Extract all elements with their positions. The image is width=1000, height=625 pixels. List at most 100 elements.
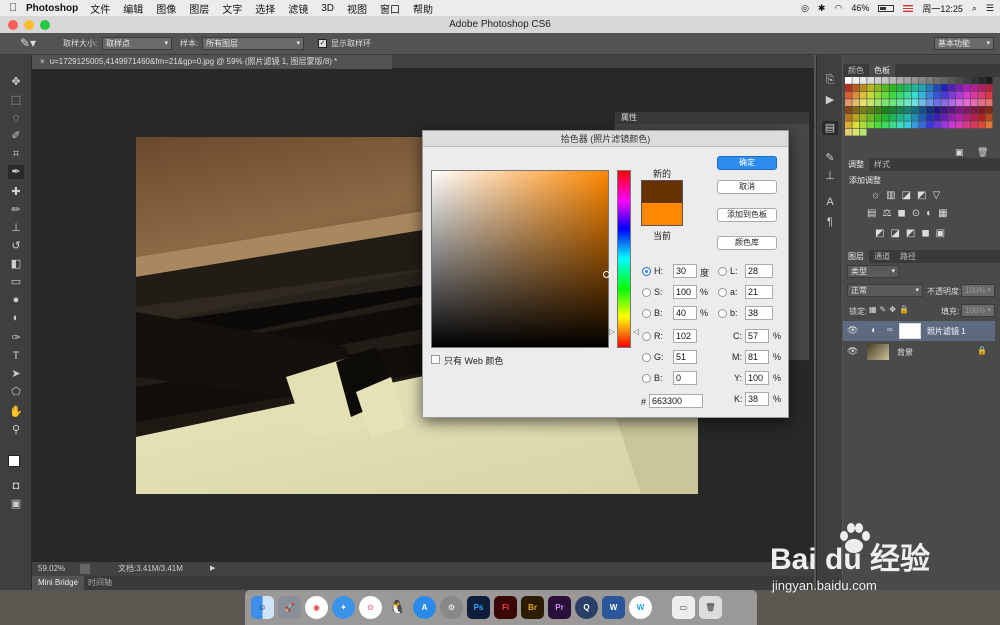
swatch-cell[interactable] <box>874 114 882 121</box>
swatch-cell[interactable] <box>845 99 852 106</box>
swatch-cell[interactable] <box>941 106 948 114</box>
swatch-cell[interactable] <box>963 99 971 106</box>
word-icon[interactable]: W <box>602 596 625 619</box>
swatch-cell[interactable] <box>956 114 963 121</box>
swatch-cell[interactable] <box>919 91 926 99</box>
menu-help[interactable]: 帮助 <box>413 1 433 16</box>
color-libraries-button[interactable]: 颜色库 <box>717 236 777 250</box>
swatch-cell[interactable] <box>948 77 956 84</box>
red-radio[interactable] <box>642 332 651 341</box>
swatch-cell[interactable] <box>867 106 874 114</box>
swatch-cell[interactable] <box>882 77 889 84</box>
swatch-cell[interactable] <box>963 77 971 84</box>
swatch-cell[interactable] <box>926 114 934 121</box>
swatch-cell[interactable] <box>963 84 971 92</box>
blend-mode-select[interactable]: 正常 <box>847 284 923 297</box>
swatch-cell[interactable] <box>904 106 911 114</box>
swatch-cell[interactable] <box>911 84 919 92</box>
type-tool-icon[interactable]: T <box>8 349 24 363</box>
swatch-cell[interactable] <box>852 114 860 121</box>
swatch-cell[interactable] <box>852 121 860 129</box>
swatch-cell[interactable] <box>970 121 978 129</box>
clone-stamp-tool-icon[interactable]: ⊥ <box>8 221 24 235</box>
swatch-cell[interactable] <box>867 121 874 129</box>
green-input[interactable]: 51 <box>673 350 697 364</box>
swatch-cell[interactable] <box>933 84 941 92</box>
tab-styles[interactable]: 样式 <box>869 160 895 169</box>
menu-type[interactable]: 文字 <box>222 1 242 16</box>
swatch-cell[interactable] <box>896 106 904 114</box>
swatch-cell[interactable] <box>889 114 897 121</box>
swatch-cell[interactable] <box>889 121 897 129</box>
swatch-cell[interactable] <box>978 114 985 121</box>
visibility-eye-icon[interactable]: 👁 <box>847 325 858 336</box>
swatch-cell[interactable] <box>926 106 934 114</box>
history-panel-icon[interactable]: ⎘ <box>822 73 838 87</box>
history-brush-tool-icon[interactable]: ↺ <box>8 239 24 253</box>
swatch-cell[interactable] <box>852 84 860 92</box>
swatch-cell[interactable] <box>919 99 926 106</box>
swatch-cell[interactable] <box>911 106 919 114</box>
swatch-cell[interactable] <box>904 77 911 84</box>
preview-icon[interactable]: ▭ <box>672 596 695 619</box>
add-to-swatches-button[interactable]: 添加到色板 <box>717 208 777 222</box>
menu-view[interactable]: 视图 <box>347 1 367 16</box>
zoom-level[interactable]: 59.02% <box>38 562 65 576</box>
tab-color[interactable]: 颜色 <box>843 66 869 75</box>
menu-window[interactable]: 窗口 <box>380 1 400 16</box>
swatch-cell[interactable] <box>963 106 971 114</box>
swatch-cell[interactable] <box>852 99 860 106</box>
swatch-cell[interactable] <box>859 99 867 106</box>
delete-swatch-icon[interactable]: 🗑 <box>977 147 988 158</box>
system-preferences-icon[interactable]: ⚙ <box>440 596 463 619</box>
swatch-cell[interactable] <box>896 114 904 121</box>
menu-3d[interactable]: 3D <box>321 3 334 14</box>
finder-icon[interactable]: ☺ <box>251 596 274 619</box>
marquee-tool-icon[interactable]: ⬚ <box>8 93 24 107</box>
swatch-cell[interactable] <box>985 114 993 121</box>
sample-size-select[interactable]: 取样点 <box>102 37 172 50</box>
swatch-cell[interactable] <box>963 91 971 99</box>
swatch-cell[interactable] <box>896 121 904 129</box>
swatch-cell[interactable] <box>941 121 948 129</box>
swatch-cell[interactable] <box>845 128 852 136</box>
swatch-cell[interactable] <box>919 77 926 84</box>
shape-tool-icon[interactable]: ⬠ <box>8 385 24 399</box>
swatch-cell[interactable] <box>904 121 911 129</box>
chrome-icon[interactable]: ◉ <box>305 596 328 619</box>
opacity-field[interactable]: 100% <box>961 284 995 297</box>
foreground-color-swatch[interactable] <box>8 455 20 467</box>
swatch-cell[interactable] <box>852 77 860 84</box>
swatch-cell[interactable] <box>933 91 941 99</box>
layer-kind-filter[interactable]: 类型 <box>847 265 899 278</box>
yellow-input[interactable]: 100 <box>745 371 769 385</box>
swatch-cell[interactable] <box>911 91 919 99</box>
swatch-cell[interactable] <box>889 106 897 114</box>
swatch-grid[interactable] <box>845 77 995 147</box>
lock-icons[interactable]: ▦✎✥🔒 <box>869 305 912 314</box>
swatch-cell[interactable] <box>867 77 874 84</box>
swatch-cell[interactable] <box>874 99 882 106</box>
layer-row-photo-filter[interactable]: 👁 ◐ ∞ 照片滤镜 1 <box>843 321 995 341</box>
swatch-cell[interactable] <box>904 114 911 121</box>
spotlight-icon[interactable]: ⌕ <box>972 3 977 14</box>
wifi-icon[interactable]: ◠ <box>834 3 842 14</box>
ok-button[interactable]: 确定 <box>717 156 777 170</box>
black-input[interactable]: 38 <box>745 392 769 406</box>
swatch-cell[interactable] <box>889 91 897 99</box>
trash-icon[interactable]: 🗑 <box>699 596 722 619</box>
swatch-cell[interactable] <box>874 91 882 99</box>
tab-adjustments[interactable]: 调整 <box>843 158 869 171</box>
lab-a-input[interactable]: 21 <box>745 285 773 299</box>
gradient-tool-icon[interactable]: ▭ <box>8 275 24 289</box>
swatch-cell[interactable] <box>933 77 941 84</box>
paragraph-panel-icon[interactable]: ¶ <box>822 215 838 229</box>
swatch-cell[interactable] <box>867 99 874 106</box>
swatch-cell[interactable] <box>970 77 978 84</box>
swatch-cell[interactable] <box>978 99 985 106</box>
new-swatch-icon[interactable]: ▣ <box>955 147 964 158</box>
swatch-cell[interactable] <box>985 121 993 129</box>
quick-mask-icon[interactable]: ◘ <box>8 479 24 493</box>
move-tool-icon[interactable]: ✥ <box>8 75 24 89</box>
menu-filter[interactable]: 滤镜 <box>288 1 308 16</box>
